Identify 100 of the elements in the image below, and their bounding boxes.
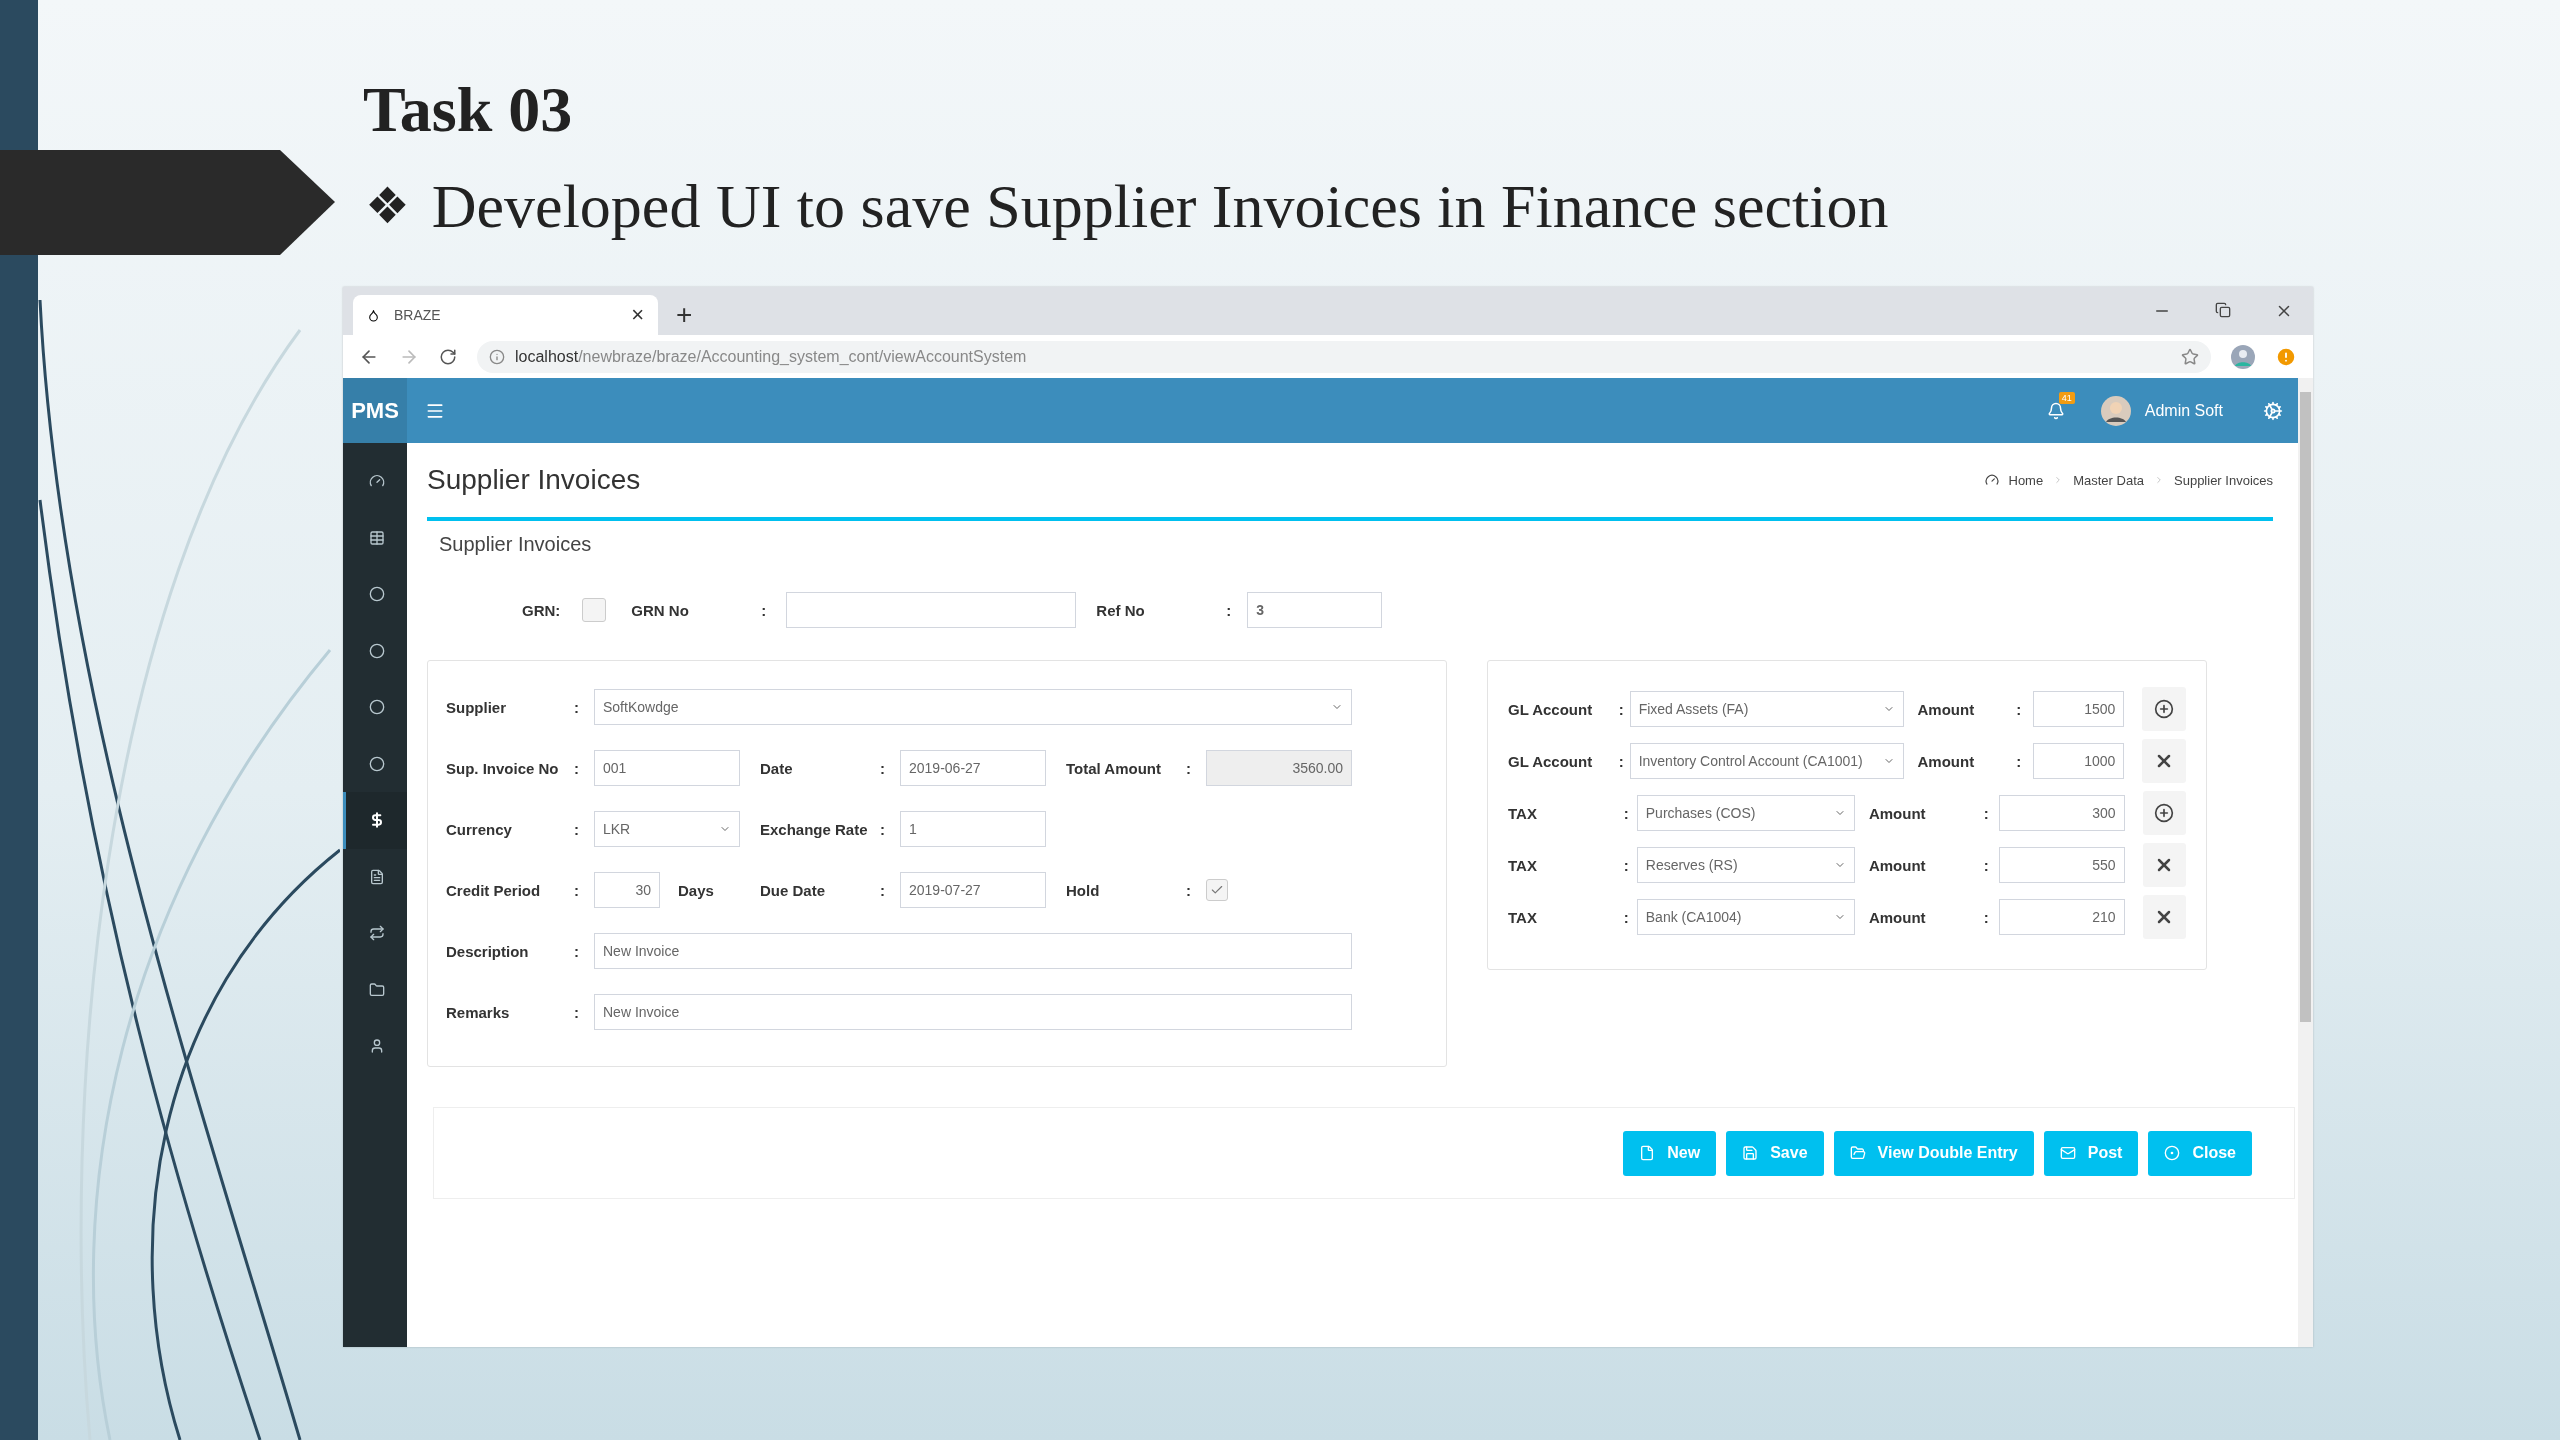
select-field[interactable]: Inventory Control Account (CA1001): [1629, 743, 1904, 779]
dashboard-icon: [1984, 473, 1999, 487]
plus-icon: [2154, 699, 2175, 719]
input-field[interactable]: 1: [900, 811, 1046, 847]
colon: :: [574, 820, 580, 838]
field-label: Amount: [1917, 700, 1976, 718]
colon: :: [1623, 804, 1629, 822]
slide-title: Task 03: [363, 73, 574, 147]
info-icon: [489, 348, 505, 365]
bell-icon[interactable]: [2046, 401, 2065, 420]
alert-icon[interactable]: [2275, 345, 2297, 368]
field-label: GRN No: [631, 601, 690, 619]
input-field[interactable]: 1000: [2033, 743, 2125, 779]
field-label: Hold: [1066, 881, 1101, 899]
breadcrumb-link[interactable]: Supplier Invoices: [2174, 472, 2273, 488]
input-field[interactable]: 3: [1247, 592, 1383, 628]
add-button[interactable]: [2142, 687, 2186, 731]
colon: :: [880, 820, 886, 838]
file-icon: [368, 868, 385, 885]
checkbox[interactable]: [582, 598, 607, 622]
input-field: 3560.00: [1206, 750, 1352, 786]
star-icon[interactable]: [2181, 347, 2199, 366]
colon: :: [880, 881, 886, 899]
colon: :: [1983, 804, 1989, 822]
sidebar-item[interactable]: [343, 792, 407, 849]
colon: :: [574, 759, 580, 777]
input-field[interactable]: 1500: [2033, 691, 2125, 727]
address-field[interactable]: localhost/newbraze/braze/Accounting_system_cont/viewAccountSystem: [477, 340, 2211, 373]
input-field[interactable]: New Invoice: [594, 994, 1352, 1030]
page-title: Supplier Invoices: [427, 464, 641, 496]
add-button[interactable]: [2142, 791, 2186, 835]
circle-icon: [368, 586, 385, 603]
reload-icon[interactable]: [439, 347, 457, 366]
colon: :: [1983, 856, 1989, 874]
field-label: Amount: [1917, 752, 1976, 770]
field-label: Total Amount: [1066, 759, 1162, 777]
field-label: GL Account: [1508, 752, 1594, 770]
user-name[interactable]: Admin Soft: [2144, 401, 2223, 420]
url-text: localhost/newbraze/braze/Accounting_system_cont/viewAccountSystem: [515, 347, 1027, 366]
circle-icon: [368, 642, 385, 659]
field-label: Currency: [446, 820, 513, 838]
input-field[interactable]: 550: [1998, 847, 2125, 883]
avatar-icon[interactable]: [2100, 395, 2131, 426]
bullet-glyph: ❖: [365, 177, 410, 235]
input-field[interactable]: 001: [594, 750, 740, 786]
check-icon: [1210, 883, 1224, 897]
tab-close-button[interactable]: ×: [631, 302, 644, 328]
colon: :: [1983, 908, 1989, 926]
input-field[interactable]: New Invoice: [594, 933, 1352, 969]
colon: :: [574, 698, 580, 716]
new-tab-button[interactable]: +: [676, 299, 693, 331]
browser-tab[interactable]: BRAZE ×: [353, 295, 658, 335]
input-field[interactable]: 210: [1998, 899, 2125, 935]
field-label: Exchange Rate: [760, 820, 869, 838]
field-label: Date: [760, 759, 794, 777]
checkbox[interactable]: [1206, 879, 1228, 901]
close-icon: [2164, 1145, 2181, 1161]
colon: :: [880, 759, 886, 777]
colon: :: [1186, 881, 1192, 899]
field-label: TAX: [1508, 856, 1538, 874]
breadcrumb-link[interactable]: Master Data: [2073, 472, 2144, 488]
colon: :: [1623, 908, 1629, 926]
field-label: GRN:: [522, 601, 561, 619]
field-label: Amount: [1868, 908, 1927, 926]
colon: :: [574, 942, 580, 960]
select-field[interactable]: LKR: [594, 811, 740, 847]
select-field[interactable]: Fixed Assets (FA): [1629, 691, 1904, 727]
input-field[interactable]: 2019-06-27: [900, 750, 1046, 786]
breadcrumb-link[interactable]: Home: [2008, 472, 2044, 488]
input-field[interactable]: 300: [1998, 795, 2125, 831]
colon: :: [574, 881, 580, 899]
colon: :: [1618, 752, 1624, 770]
field-label: Description: [446, 942, 530, 960]
scrollbar[interactable]: [2298, 378, 2313, 1347]
input-field[interactable]: 2019-07-27: [900, 872, 1046, 908]
field-label: Supplier: [446, 698, 507, 716]
select-field[interactable]: Purchases (COS): [1636, 795, 1855, 831]
colon: :: [574, 1003, 580, 1021]
select-field[interactable]: Bank (CA1004): [1636, 899, 1855, 935]
select-field[interactable]: SoftKowdge: [594, 689, 1352, 725]
plus-icon: [2154, 803, 2175, 823]
remove-button[interactable]: [2142, 843, 2186, 887]
circle-icon: [368, 755, 385, 772]
settings-icon[interactable]: [2263, 400, 2283, 421]
table-icon: [368, 529, 385, 546]
field-label: Amount: [1868, 856, 1927, 874]
remove-button[interactable]: [2142, 895, 2186, 939]
input-field[interactable]: [786, 592, 1077, 628]
field-label: GL Account: [1508, 700, 1594, 718]
remove-button[interactable]: [2142, 739, 2186, 783]
select-field[interactable]: Reserves (RS): [1636, 847, 1855, 883]
restore-icon[interactable]: [2215, 302, 2231, 318]
retweet-icon: [368, 925, 385, 942]
brand-logo[interactable]: PMS: [343, 378, 407, 443]
slide-bullet-text: Developed UI to save Supplier Invoices in Finance section: [431, 170, 1889, 242]
field-label: Remarks: [446, 1003, 511, 1021]
profile-avatar-icon[interactable]: [2231, 344, 2255, 369]
input-field[interactable]: 30: [594, 872, 660, 908]
save-icon: [1742, 1145, 1759, 1161]
folder-icon: [368, 981, 385, 998]
